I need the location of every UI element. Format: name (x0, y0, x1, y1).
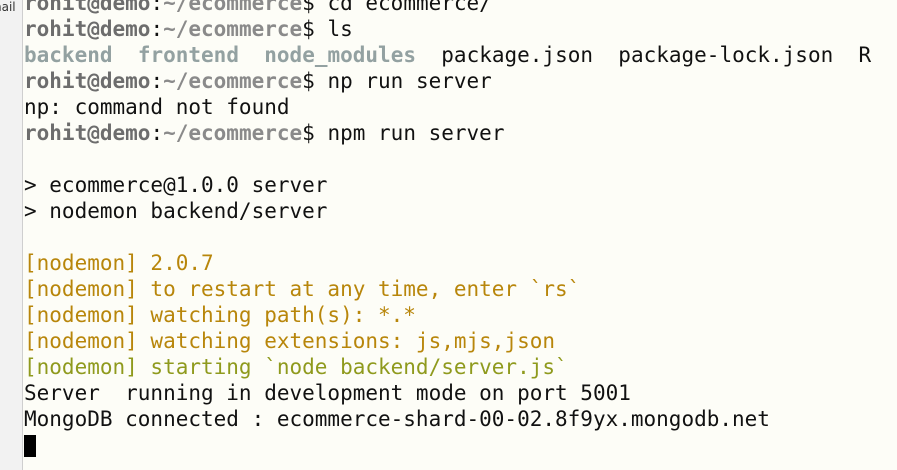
terminal-line-nodemon-watch-ext: [nodemon] watching extensions: js,mjs,js… (24, 329, 556, 353)
terminal-line-npm-script: > ecommerce@1.0.0 server (24, 173, 328, 197)
prompt-user: rohit@demo (24, 0, 151, 15)
terminal-line-ls-output: backend frontend node_modules package.js… (24, 42, 897, 68)
terminal-line-server-running: Server running in development mode on po… (24, 381, 631, 405)
terminal-line-npm: rohit@demo:~/ecommerce$ npm run server (24, 120, 897, 146)
prompt-separator: : (150, 69, 164, 93)
ls-file-truncated: R (858, 43, 872, 67)
ls-dir-frontend: frontend (137, 43, 239, 67)
terminal-line-ls: rohit@demo:~/ecommerce$ ls (24, 16, 897, 42)
prompt-separator: : (150, 0, 164, 15)
command-text: np run server (327, 69, 492, 93)
ls-dir-node-modules: node_modules (264, 43, 416, 67)
prompt-user: rohit@demo (24, 69, 151, 93)
terminal-line-nodemon-version: [nodemon] 2.0.7 (24, 251, 214, 275)
terminal-line-npm-command: > nodemon backend/server (24, 199, 328, 223)
prompt-path: ~/ecommerce (163, 17, 303, 41)
terminal-window[interactable]: rohit@demo:~/ecommerce$ cd ecommerce/ ro… (24, 0, 897, 470)
prompt-user: rohit@demo (24, 17, 151, 41)
prompt-user: rohit@demo (24, 121, 151, 145)
command-text: ls (327, 17, 353, 41)
terminal-line-cursor[interactable] (24, 432, 897, 458)
ls-file-package-lock-json: package-lock.json (618, 43, 834, 67)
prompt-symbol: $ (302, 121, 328, 145)
terminal-cursor (24, 435, 36, 457)
screen: nail rohit@demo:~/ecommerce$ cd ecommerc… (0, 0, 897, 470)
terminal-line-nodemon-watch-path: [nodemon] watching path(s): *.* (24, 303, 416, 327)
background-window-edge: nail (0, 0, 23, 470)
prompt-symbol: $ (302, 0, 328, 15)
prompt-symbol: $ (302, 17, 328, 41)
command-text: cd ecommerce/ (327, 0, 492, 15)
terminal-line-np: rohit@demo:~/ecommerce$ np run server (24, 68, 897, 94)
prompt-separator: : (150, 121, 164, 145)
prompt-symbol: $ (302, 69, 328, 93)
ls-file-package-json: package.json (441, 43, 593, 67)
command-text: npm run server (327, 121, 505, 145)
background-window-label: nail (0, 0, 16, 14)
terminal-line-cd: rohit@demo:~/ecommerce$ cd ecommerce/ (24, 0, 897, 16)
terminal-line-mongo-connected: MongoDB connected : ecommerce-shard-00-0… (24, 407, 770, 431)
ls-dir-backend: backend (24, 43, 113, 67)
prompt-path: ~/ecommerce (163, 121, 303, 145)
prompt-path: ~/ecommerce (163, 0, 303, 15)
prompt-path: ~/ecommerce (163, 69, 303, 93)
terminal-line-error: np: command not found (24, 95, 290, 119)
terminal-line-nodemon-restart: [nodemon] to restart at any time, enter … (24, 277, 581, 301)
prompt-separator: : (150, 17, 164, 41)
terminal-line-nodemon-start: [nodemon] starting `node backend/server.… (24, 355, 568, 379)
